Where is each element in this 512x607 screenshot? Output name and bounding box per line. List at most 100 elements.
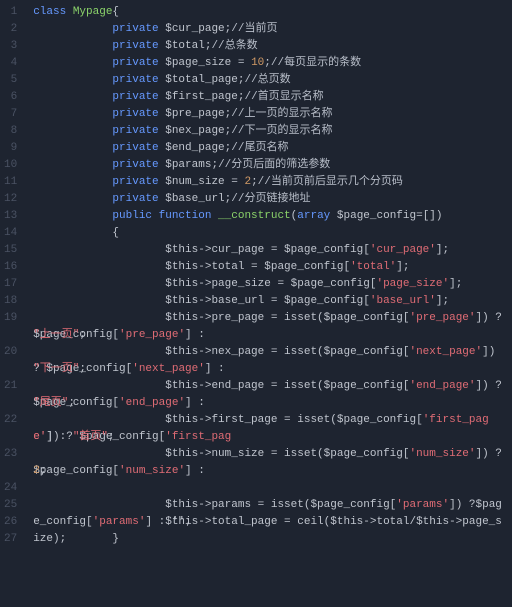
token-cmtw: //当前页 bbox=[231, 23, 277, 35]
token-var: ] : bbox=[185, 329, 211, 341]
token-cmtw: //分页链接地址 bbox=[231, 193, 310, 205]
token-var: $nex_page bbox=[165, 125, 224, 137]
code-line: $this->total_page = ceil($this->total/$t… bbox=[33, 514, 506, 531]
token-str: 'num_size' bbox=[409, 448, 475, 460]
token-str: 'end_page' bbox=[409, 380, 475, 392]
line-number: 4 bbox=[4, 55, 17, 72]
token-str: 'next_page' bbox=[132, 363, 205, 375]
token-str: 'end_page' bbox=[119, 397, 185, 409]
code-line: $this->num_size = isset($page_config['nu… bbox=[33, 446, 506, 463]
line-number: 8 bbox=[4, 123, 17, 140]
token-name: __construct bbox=[218, 210, 291, 222]
line-number: 5 bbox=[4, 72, 17, 89]
token-var: $this->cur_page = $page_config[ bbox=[165, 244, 370, 256]
token-var: $this->pre_page = isset($page_config[ bbox=[165, 312, 409, 324]
code-line: private $cur_page;//当前页 bbox=[33, 21, 506, 38]
token-kw: private bbox=[112, 23, 165, 35]
token-var: ; bbox=[79, 363, 86, 375]
token-str: 'base_url' bbox=[370, 295, 436, 307]
token-kw: private bbox=[112, 74, 165, 86]
line-number: 7 bbox=[4, 106, 17, 123]
token-str: 'pre_page' bbox=[119, 329, 185, 341]
line-number: 10 bbox=[4, 157, 17, 174]
token-var: ]; bbox=[436, 295, 449, 307]
code-line-wrap: e'] : "首页"; bbox=[33, 429, 506, 446]
token-cmtw: //尾页名称 bbox=[231, 142, 288, 154]
code-line bbox=[33, 480, 506, 497]
token-kw: private bbox=[112, 176, 165, 188]
token-cmtw: //分页后面的筛选参数 bbox=[218, 159, 330, 171]
line-number: 17 bbox=[4, 276, 17, 293]
token-cmtw: //上一页的显示名称 bbox=[231, 108, 332, 120]
token-var: ]; bbox=[449, 278, 462, 290]
token-cmtw: //总页数 bbox=[244, 74, 290, 86]
token-var: ] : bbox=[46, 431, 72, 443]
code-line: $this->cur_page = $page_config['cur_page… bbox=[33, 242, 506, 259]
token-kw: private bbox=[112, 40, 165, 52]
code-line: private $num_size = 2;//当前页前后显示几个分页码 bbox=[33, 174, 506, 191]
code-line: $this->first_page = isset($page_config['… bbox=[33, 412, 506, 429]
code-area[interactable]: class Mypage{ private $cur_page;//当前页 pr… bbox=[23, 0, 512, 607]
line-number bbox=[4, 429, 17, 446]
token-var: $pre_page bbox=[165, 108, 224, 120]
token-kw: class bbox=[33, 6, 73, 18]
token-var: $params bbox=[165, 159, 211, 171]
token-var: $this->num_size = isset($page_config[ bbox=[165, 448, 409, 460]
line-number: 23 bbox=[4, 446, 17, 463]
code-line: $this->total = $page_config['total']; bbox=[33, 259, 506, 276]
code-line: private $first_page;//首页显示名称 bbox=[33, 89, 506, 106]
token-var: ; bbox=[108, 431, 115, 443]
line-number bbox=[4, 361, 17, 378]
code-line: private $total;//总条数 bbox=[33, 38, 506, 55]
line-number bbox=[4, 327, 17, 344]
line-number: 9 bbox=[4, 140, 17, 157]
token-var: $cur_page bbox=[165, 23, 224, 35]
token-str: e' bbox=[33, 431, 46, 443]
token-str: 'cur_page' bbox=[370, 244, 436, 256]
code-line bbox=[33, 548, 506, 565]
code-line: private $page_size = 10;//每页显示的条数 bbox=[33, 55, 506, 72]
token-var: $total_page bbox=[165, 74, 238, 86]
token-op: ; bbox=[251, 176, 258, 188]
token-var: $this->params = isset($page_config[ bbox=[165, 499, 396, 511]
code-line: $this->base_url = $page_config['base_url… bbox=[33, 293, 506, 310]
token-op: =[]) bbox=[416, 210, 442, 222]
line-number: 14 bbox=[4, 225, 17, 242]
token-var: $this->first_page = isset($page_config[ bbox=[165, 414, 422, 426]
token-op: } bbox=[112, 533, 119, 545]
token-str: "首页" bbox=[73, 431, 108, 443]
token-var: $end_page bbox=[165, 142, 224, 154]
code-line: $this->end_page = isset($page_config['en… bbox=[33, 378, 506, 395]
line-number: 27 bbox=[4, 531, 17, 548]
line-number: 2 bbox=[4, 21, 17, 38]
code-line: $this->nex_page = isset($page_config['ne… bbox=[33, 344, 506, 361]
code-line: private $pre_page;//上一页的显示名称 bbox=[33, 106, 506, 123]
token-var: $this->page_size = $page_config[ bbox=[165, 278, 376, 290]
line-number: 19 bbox=[4, 310, 17, 327]
token-var: $page_size = bbox=[165, 57, 251, 69]
code-line: $this->pre_page = isset($page_config['pr… bbox=[33, 310, 506, 327]
code-line: $this->params = isset($page_config['para… bbox=[33, 497, 506, 514]
token-op: { bbox=[112, 227, 119, 239]
token-kw: private bbox=[112, 125, 165, 137]
token-cmtw: //下一页的显示名称 bbox=[231, 125, 332, 137]
token-kw: private bbox=[112, 108, 165, 120]
token-var: ] : bbox=[205, 363, 231, 375]
token-var: ]; bbox=[436, 244, 449, 256]
line-number: 25 bbox=[4, 497, 17, 514]
token-num: 2 bbox=[33, 465, 40, 477]
token-var: $this->base_url = $page_config[ bbox=[165, 295, 370, 307]
token-var: ] : bbox=[185, 465, 211, 477]
line-number: 13 bbox=[4, 208, 17, 225]
token-var: $page_config bbox=[337, 210, 416, 222]
token-cmtw: //每页显示的条数 bbox=[271, 57, 361, 69]
line-number: 24 bbox=[4, 480, 17, 497]
token-str: "下一页" bbox=[33, 363, 79, 375]
line-number: 12 bbox=[4, 191, 17, 208]
token-var: ; bbox=[79, 329, 86, 341]
token-name: Mypage bbox=[73, 6, 113, 18]
token-var: $base_url bbox=[165, 193, 224, 205]
line-number bbox=[4, 463, 17, 480]
token-op: ; bbox=[264, 57, 271, 69]
token-kw: private bbox=[112, 91, 165, 103]
